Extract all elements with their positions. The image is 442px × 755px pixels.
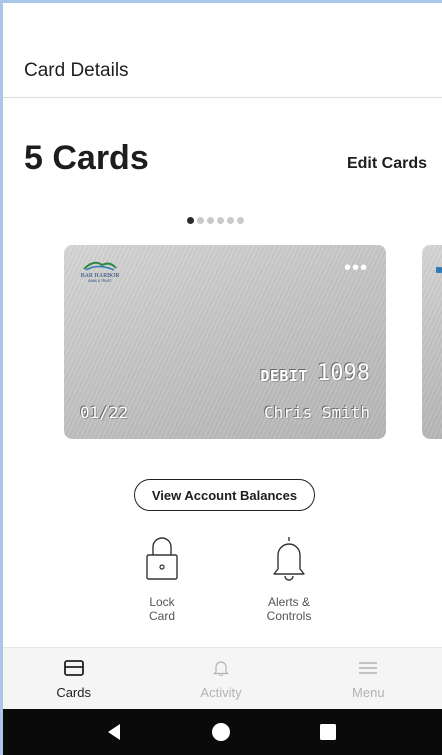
back-triangle-icon [107, 724, 120, 740]
page-title: Card Details [24, 59, 129, 81]
card-icon [63, 660, 84, 676]
status-bar [0, 0, 442, 44]
bottom-tab-bar: Cards Activity Menu [0, 647, 442, 709]
tab-activity-label: Activity [200, 685, 242, 700]
card-pager-dots[interactable] [187, 217, 244, 224]
lock-icon [146, 537, 178, 580]
bell-icon [273, 537, 305, 581]
menu-icon [359, 662, 378, 674]
tab-cards-label: Cards [56, 685, 91, 700]
pager-dot[interactable] [197, 217, 204, 224]
alerts-controls-label: Alerts & Controls [266, 595, 312, 623]
lock-card-button[interactable]: Lock Card [117, 535, 207, 623]
card-holder-name: Chris Smith [264, 403, 370, 422]
tab-menu[interactable]: Menu [295, 648, 442, 709]
home-button[interactable] [201, 717, 241, 747]
svg-text:BANK & TRUST: BANK & TRUST [88, 279, 111, 283]
bell-icon [213, 661, 229, 676]
bank-logo [436, 267, 442, 273]
tab-cards[interactable]: Cards [0, 648, 147, 709]
pager-dot[interactable] [237, 217, 244, 224]
view-account-balances-button[interactable]: View Account Balances [134, 479, 315, 511]
lock-card-label: Lock Card [148, 595, 175, 623]
more-horizontal-icon[interactable]: ••• [344, 258, 368, 278]
recents-square-icon [320, 724, 337, 740]
next-card-peek[interactable] [422, 245, 442, 439]
home-circle-icon [211, 723, 230, 741]
pager-dot[interactable] [227, 217, 234, 224]
bank-logo: BAR HARBOR BANK & TRUST [81, 261, 119, 283]
pager-dot[interactable] [217, 217, 224, 224]
alerts-controls-button[interactable]: Alerts & Controls [244, 535, 334, 623]
back-button[interactable] [94, 717, 134, 747]
debit-card[interactable]: BAR HARBOR BANK & TRUST ••• DEBIT 1098 0… [64, 245, 386, 439]
edit-cards-button[interactable]: Edit Cards [347, 155, 427, 173]
recents-button[interactable] [308, 717, 348, 747]
pager-dot[interactable] [187, 217, 194, 224]
card-type: DEBIT [260, 367, 308, 385]
system-navigation-bar [0, 709, 442, 755]
card-last4: 1098 [317, 361, 370, 386]
tab-menu-label: Menu [352, 685, 385, 700]
pager-dot[interactable] [207, 217, 214, 224]
main-content: 5 Cards Edit Cards BAR HARBOR BANK & TRU… [0, 99, 442, 647]
card-expiry: 01/22 [80, 403, 129, 422]
cards-count-title: 5 Cards [24, 139, 149, 177]
tab-activity[interactable]: Activity [147, 648, 294, 709]
app-header: Card Details [0, 44, 442, 98]
